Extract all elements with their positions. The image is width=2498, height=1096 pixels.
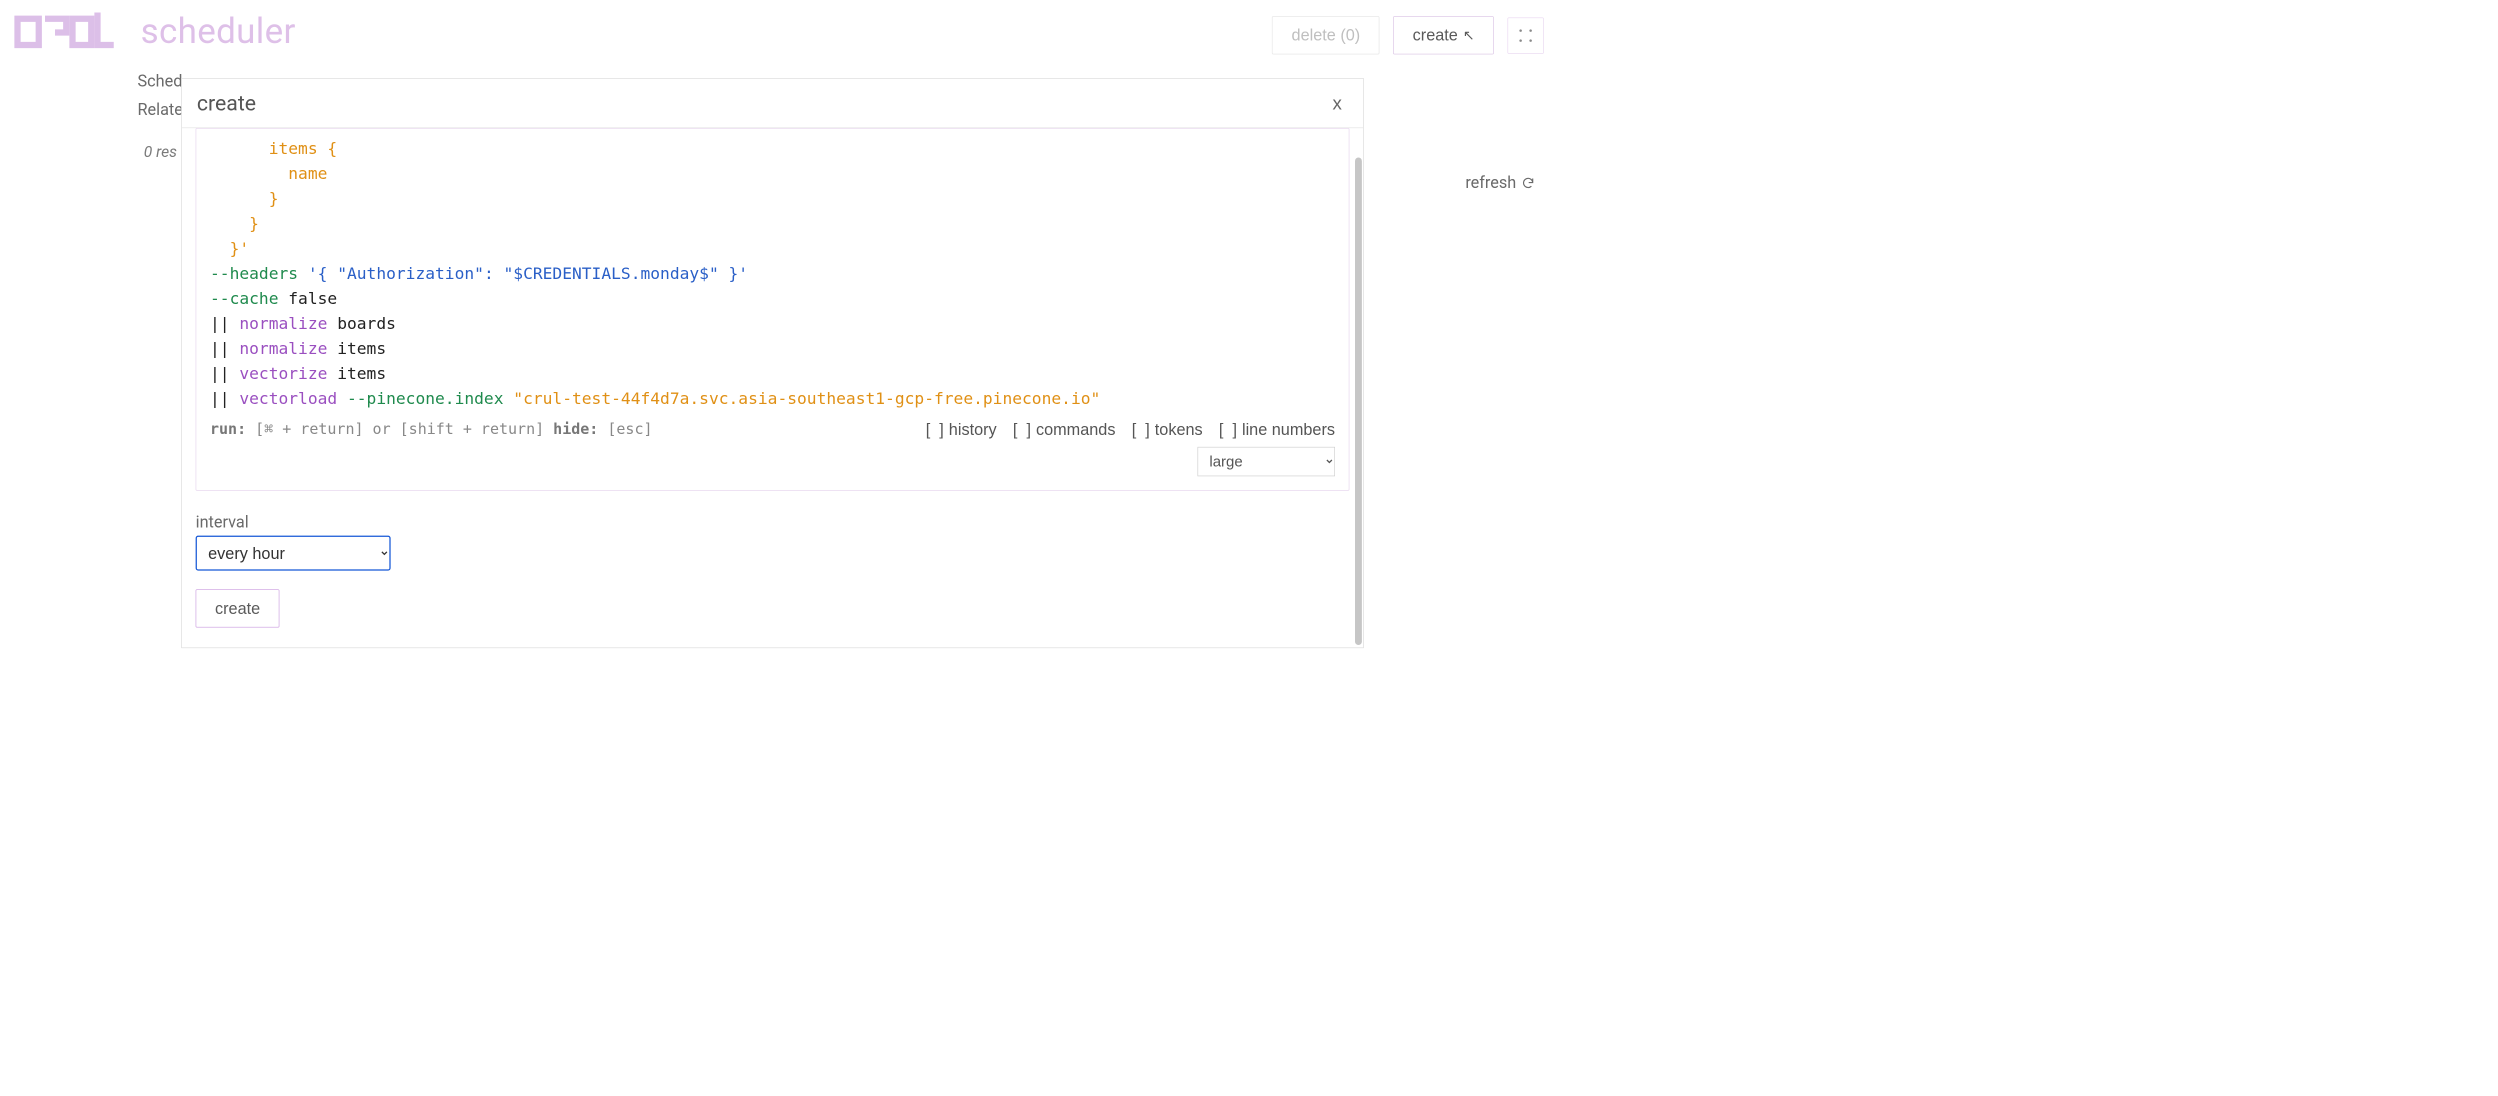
fullscreen-button[interactable] [1508, 17, 1544, 53]
code-panel: items { name } } }' --headers '{ "Author… [196, 128, 1350, 491]
modal-create-button[interactable]: create [196, 589, 280, 627]
toggle-tokens[interactable]: [ ] tokens [1132, 420, 1203, 439]
refresh-button[interactable]: refresh [1465, 174, 1535, 193]
toggle-commands[interactable]: [ ] commands [1013, 420, 1116, 439]
interval-block: interval every hour [196, 513, 1350, 571]
app-header: scheduler delete (0) create ↖ [0, 0, 1561, 67]
modal-scrollbar[interactable] [1355, 158, 1362, 646]
tab-scheduled[interactable]: Sched [138, 67, 183, 96]
modal-title: create [197, 91, 256, 116]
modal-close-button[interactable]: x [1333, 93, 1342, 114]
code-editor[interactable]: items { name } } }' --headers '{ "Author… [210, 136, 1335, 411]
header-actions: delete (0) create ↖ [1272, 16, 1544, 54]
editor-size-select[interactable]: large [1198, 447, 1336, 476]
refresh-label: refresh [1465, 174, 1516, 193]
hint-shortcuts: run: [⌘ + return] or [shift + return] hi… [210, 420, 653, 438]
interval-label: interval [196, 513, 1350, 532]
crul-logo-icon [14, 8, 123, 55]
interval-select[interactable]: every hour [196, 536, 391, 571]
toggle-history[interactable]: [ ] history [926, 420, 997, 439]
app-logo [14, 8, 123, 55]
create-modal: create x items { name } } }' --headers '… [181, 78, 1364, 648]
tab-related[interactable]: Relate [138, 96, 183, 125]
toggle-linenumbers[interactable]: [ ] line numbers [1219, 420, 1335, 439]
editor-toggles: [ ] history [ ] commands [ ] tokens [ ] … [926, 420, 1335, 439]
create-button-top-label: create [1413, 26, 1458, 45]
create-button-top[interactable]: create ↖ [1393, 16, 1493, 54]
modal-body: items { name } } }' --headers '{ "Author… [182, 128, 1363, 647]
delete-button-label: delete (0) [1292, 26, 1361, 45]
fullscreen-icon [1518, 28, 1533, 43]
modal-header: create x [182, 79, 1363, 128]
refresh-icon [1521, 176, 1535, 190]
code-hints: run: [⌘ + return] or [shift + return] hi… [210, 420, 1335, 476]
app-root: scheduler delete (0) create ↖ Sched Rela… [0, 0, 1561, 685]
modal-create-button-label: create [215, 599, 260, 618]
page-title: scheduler [141, 10, 296, 51]
hint-right: [ ] history [ ] commands [ ] tokens [ ] … [926, 420, 1335, 476]
delete-button[interactable]: delete (0) [1272, 16, 1379, 54]
arrow-up-left-icon: ↖ [1463, 27, 1475, 43]
